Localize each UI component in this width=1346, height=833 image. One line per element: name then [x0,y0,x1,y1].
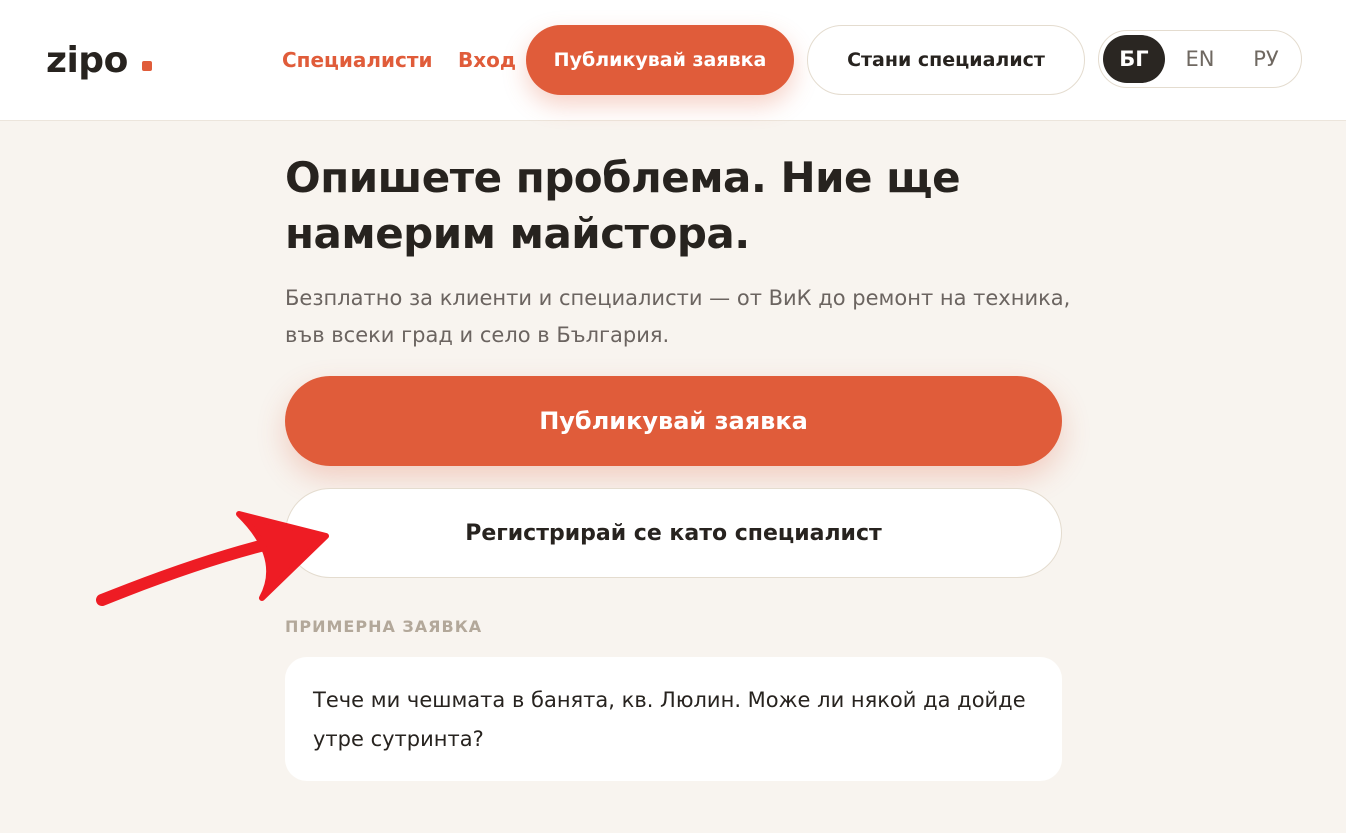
example-request-card: Тече ми чешмата в банята, кв. Люлин. Мож… [285,657,1062,781]
example-request-label: ПРИМЕРНА ЗАЯВКА [285,617,483,636]
hero-subtitle: Безплатно за клиенти и специалисти — от … [285,286,1071,347]
logo[interactable]: zipo [46,36,152,84]
language-option-bg[interactable]: БГ [1103,35,1165,83]
nav-link-specialists[interactable]: Специалисти [282,46,433,74]
register-as-specialist-button[interactable]: Регистрирай се като специалист [285,488,1062,578]
become-specialist-button[interactable]: Стани специалист [807,25,1085,95]
top-navigation-bar: zipo Специалисти Вход Публикувай заявка … [0,0,1346,121]
publish-request-button-header[interactable]: Публикувай заявка [526,25,794,95]
page: zipo Специалисти Вход Публикувай заявка … [0,0,1346,833]
nav-link-login[interactable]: Вход [458,46,516,74]
example-request-text: Тече ми чешмата в банята, кв. Люлин. Мож… [313,688,1026,751]
hero-headline: Опишете проблема. Ние ще намерим майстор… [285,153,961,258]
publish-request-button[interactable]: Публикувай заявка [285,376,1062,466]
language-option-ru[interactable]: РУ [1235,35,1297,83]
language-option-en[interactable]: EN [1169,35,1231,83]
logo-dot-icon [141,61,152,71]
language-switcher: БГ EN РУ [1098,30,1302,88]
logo-text: zipo [46,39,128,81]
